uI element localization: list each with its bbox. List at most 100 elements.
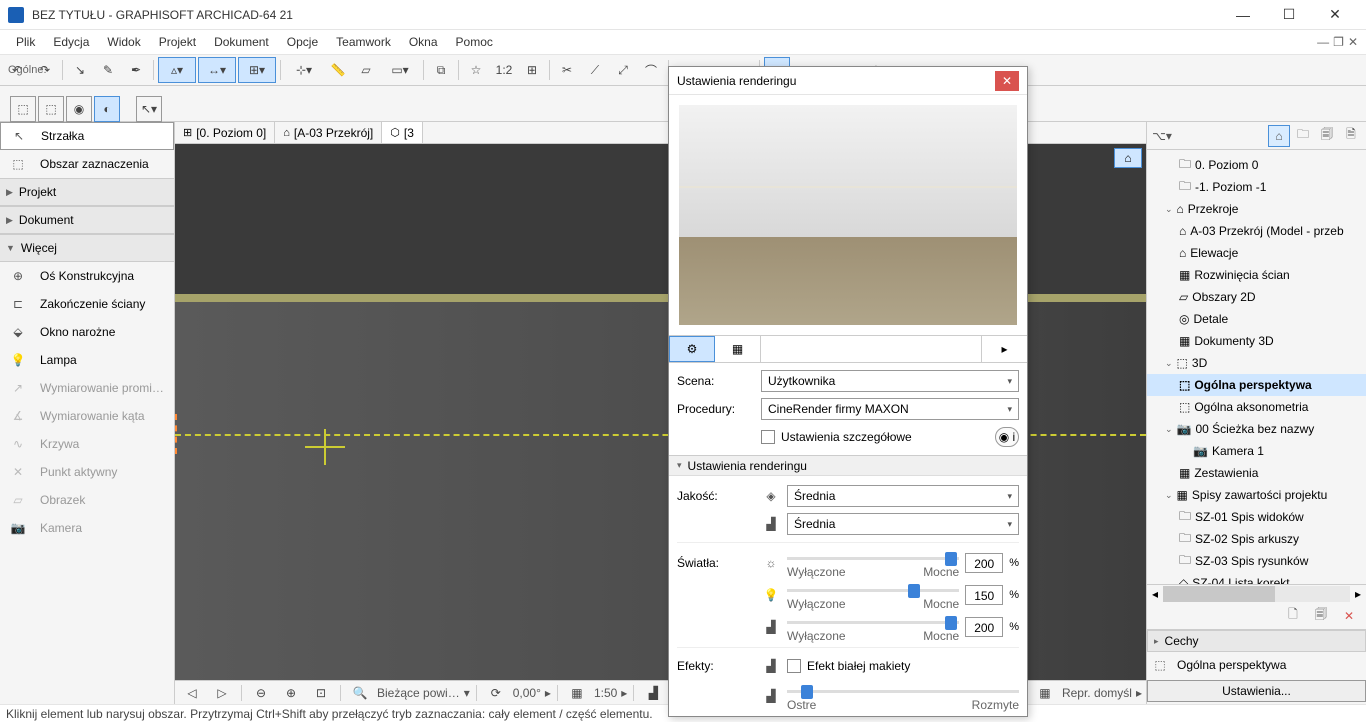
maximize-button[interactable]: ☐ xyxy=(1266,0,1312,30)
shadow-select[interactable]: Średnia▾ xyxy=(787,513,1019,535)
tree-item[interactable]: ⌄ 📷 00 Ścieżka bez nazwy xyxy=(1147,418,1366,440)
scale-field[interactable]: 1:50 xyxy=(594,686,617,700)
cut-button[interactable]: ✂ xyxy=(554,57,580,83)
measure-button[interactable]: ✎ xyxy=(95,57,121,83)
sel-mode4-button[interactable]: ◐ xyxy=(94,96,120,122)
sun-slider[interactable] xyxy=(787,547,959,571)
group-dokument[interactable]: ▶Dokument xyxy=(0,206,174,234)
tree-item[interactable]: ⌄ ▦ Spisy zawartości projektu xyxy=(1147,484,1366,506)
render-section-header[interactable]: ▾Ustawienia renderingu xyxy=(669,456,1027,476)
nav-tab-views[interactable]: 🗀 xyxy=(1292,125,1314,147)
menu-widok[interactable]: Widok xyxy=(99,33,148,51)
tab-poziom0[interactable]: ⊞ [0. Poziom 0] xyxy=(175,122,275,143)
adjust-button[interactable]: ⟋ xyxy=(582,57,608,83)
section-icon[interactable]: ▟ xyxy=(640,680,666,706)
pen-button[interactable]: ⊞ xyxy=(519,57,545,83)
menu-teamwork[interactable]: Teamwork xyxy=(328,33,399,51)
tree-item[interactable]: ◎ Detale xyxy=(1147,308,1366,330)
snap-grid-button[interactable]: ↔▾ xyxy=(198,57,236,83)
navigator-tree[interactable]: 🗀 0. Poziom 0 🗀 -1. Poziom -1 ⌄ ⌂ Przekr… xyxy=(1147,150,1366,584)
tree-item[interactable]: ▦ Dokumenty 3D xyxy=(1147,330,1366,352)
dialog-close-button[interactable]: ✕ xyxy=(995,71,1019,91)
trace-button[interactable]: ⧉ xyxy=(428,57,454,83)
group-wiecej[interactable]: ▼Więcej xyxy=(0,234,174,262)
tree-item[interactable]: 🗀 SZ-01 Spis widoków xyxy=(1147,506,1366,528)
detailed-checkbox[interactable] xyxy=(761,430,775,444)
tree-item[interactable]: 🗀 -1. Poziom -1 xyxy=(1147,176,1366,198)
menu-dokument[interactable]: Dokument xyxy=(206,33,277,51)
nav-tab-publisher[interactable]: 🗎 xyxy=(1340,125,1362,147)
zoom-out-icon[interactable]: ⊖ xyxy=(248,680,274,706)
arrow-mode-button[interactable]: ↖▾ xyxy=(136,96,162,122)
scale-icon[interactable]: ▦ xyxy=(564,680,590,706)
sel-mode3-button[interactable]: ◉ xyxy=(66,96,92,122)
zoom-prev-icon[interactable]: ◁ xyxy=(179,680,205,706)
menu-pomoc[interactable]: Pomoc xyxy=(448,33,501,51)
tool-marquee[interactable]: ⬚ Obszar zaznaczenia xyxy=(0,150,174,178)
tool-arrow[interactable]: ↖ Strzałka xyxy=(0,122,174,150)
fillet-button[interactable]: ⌒ xyxy=(638,57,664,83)
zoom-scope[interactable]: Bieżące powi… xyxy=(377,686,460,700)
quality-select[interactable]: Średnia▾ xyxy=(787,485,1019,507)
tree-item[interactable]: ▦ Rozwinięcia ścian xyxy=(1147,264,1366,286)
mini-close-icon[interactable]: ✕ xyxy=(1348,35,1358,49)
new-view-button[interactable]: 🗋 xyxy=(1282,605,1304,627)
menu-okna[interactable]: Okna xyxy=(401,33,446,51)
tool-corner[interactable]: ⬙Okno narożne xyxy=(0,318,174,346)
lamp-slider[interactable] xyxy=(787,579,959,603)
tree-item[interactable]: ⌄ ⬚ 3D xyxy=(1147,352,1366,374)
tree-item-selected[interactable]: ⬚ Ogólna perspektywa xyxy=(1147,374,1366,396)
dlg-tab-expand[interactable]: ▸ xyxy=(981,336,1027,362)
group-projekt[interactable]: ▶Projekt xyxy=(0,178,174,206)
tree-item[interactable]: ▦ Zestawienia xyxy=(1147,462,1366,484)
tree-item[interactable]: ⬚ Ogólna aksonometria xyxy=(1147,396,1366,418)
zoom-in-icon[interactable]: ⊕ xyxy=(278,680,304,706)
ambient-value[interactable]: 200 xyxy=(965,617,1003,637)
favorite-button[interactable]: ☆ xyxy=(463,57,489,83)
tree-item[interactable]: 🗀 SZ-03 Spis rysunków xyxy=(1147,550,1366,572)
snap-point-button[interactable]: ⊞▾ xyxy=(238,57,276,83)
sel-mode1-button[interactable]: ⬚ xyxy=(10,96,36,122)
split-button[interactable]: ⤢ xyxy=(610,57,636,83)
zoom-next-icon[interactable]: ▷ xyxy=(209,680,235,706)
pick-button[interactable]: ↘ xyxy=(67,57,93,83)
angle-field[interactable]: 0,00° xyxy=(513,686,541,700)
grid-dd-button[interactable]: ⊹▾ xyxy=(285,57,323,83)
ruler-button[interactable]: 📏 xyxy=(325,57,351,83)
eyedropper-button[interactable]: ✒ xyxy=(123,57,149,83)
tree-item[interactable]: ▱ Obszary 2D xyxy=(1147,286,1366,308)
tree-hscroll[interactable]: ◂ ▸ xyxy=(1147,584,1366,602)
nav-tab-layouts[interactable]: 🗐 xyxy=(1316,125,1338,147)
tree-item[interactable]: 🗀 0. Poziom 0 xyxy=(1147,154,1366,176)
engine-info-button[interactable]: ◉ i xyxy=(995,427,1019,447)
plane-button[interactable]: ▱ xyxy=(353,57,379,83)
engine-select[interactable]: CineRender firmy MAXON▾ xyxy=(761,398,1019,420)
nav-tab-project[interactable]: ⌂ xyxy=(1268,125,1290,147)
lamp-value[interactable]: 150 xyxy=(965,585,1003,605)
nav-menu-button[interactable]: ⌥▾ xyxy=(1151,125,1173,147)
menu-edycja[interactable]: Edycja xyxy=(45,33,97,51)
menu-opcje[interactable]: Opcje xyxy=(279,33,326,51)
dlg-tab-settings[interactable]: ⚙ xyxy=(669,336,715,362)
tool-axis[interactable]: ⊕Oś Konstrukcyjna xyxy=(0,262,174,290)
zoom-fit-icon[interactable]: ⊡ xyxy=(308,680,334,706)
close-button[interactable]: ✕ xyxy=(1312,0,1358,30)
snap-angle-button[interactable]: ▵▾ xyxy=(158,57,196,83)
ambient-slider[interactable] xyxy=(787,611,959,635)
repr-field[interactable]: Repr. domyśl xyxy=(1062,686,1132,700)
sun-value[interactable]: 200 xyxy=(965,553,1003,573)
white-maquette-checkbox[interactable] xyxy=(787,659,801,673)
layer-dd-button[interactable]: ▭▾ xyxy=(381,57,419,83)
tree-item[interactable]: ⌂ Elewacje xyxy=(1147,242,1366,264)
blur-slider[interactable] xyxy=(787,680,1019,704)
dlg-tab-size[interactable]: ▦ xyxy=(715,336,761,362)
tab-3d[interactable]: ⬡ [3 xyxy=(382,122,423,143)
dup-view-button[interactable]: 🗐 xyxy=(1310,605,1332,627)
rotate-icon[interactable]: ⟳ xyxy=(483,680,509,706)
tree-item[interactable]: 📷 Kamera 1 xyxy=(1147,440,1366,462)
tree-item[interactable]: 🗀 SZ-02 Spis arkuszy xyxy=(1147,528,1366,550)
sel-mode2-button[interactable]: ⬚ xyxy=(38,96,64,122)
scale-button[interactable]: 1:2 xyxy=(491,57,517,83)
scene-select[interactable]: Użytkownika▾ xyxy=(761,370,1019,392)
tool-wallend[interactable]: ⊏Zakończenie ściany xyxy=(0,290,174,318)
